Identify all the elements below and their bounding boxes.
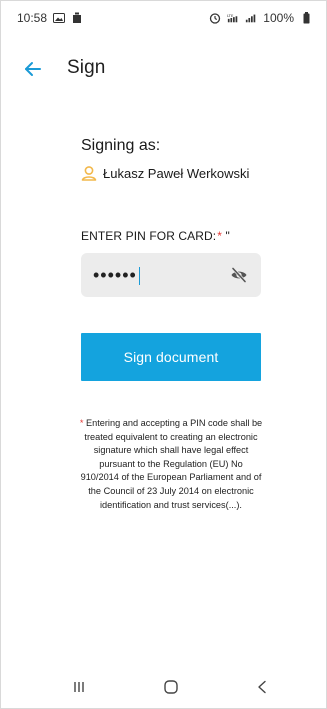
- lte-signal-icon: LTE: [227, 12, 239, 24]
- back-button[interactable]: [21, 57, 45, 81]
- home-button[interactable]: [155, 671, 187, 703]
- disclaimer-text: Entering and accepting a PIN code shall …: [80, 418, 263, 510]
- eye-off-icon[interactable]: [229, 265, 249, 285]
- pin-dots: ••••••: [93, 265, 137, 285]
- system-nav-bar: [1, 666, 326, 708]
- battery-icon: [300, 12, 312, 24]
- sign-document-button[interactable]: Sign document: [81, 333, 261, 381]
- gallery-icon: [53, 12, 66, 24]
- signing-as-label: Signing as:: [81, 137, 161, 154]
- recent-apps-icon: [72, 680, 86, 694]
- notification-card-icon: [71, 12, 83, 24]
- status-left: 10:58: [17, 11, 83, 25]
- back-nav-button[interactable]: [246, 671, 278, 703]
- phone-screen: 10:58 LTE 100% Sign Signing as: Łukasz P…: [0, 0, 327, 709]
- alarm-icon: [209, 12, 221, 24]
- recent-apps-button[interactable]: [63, 671, 95, 703]
- home-icon: [163, 679, 179, 695]
- status-bar: 10:58 LTE 100%: [1, 1, 326, 35]
- person-icon: [81, 166, 97, 181]
- app-bar: Sign: [1, 49, 326, 87]
- legal-disclaimer: * Entering and accepting a PIN code shal…: [79, 417, 263, 512]
- signer-name: Łukasz Paweł Werkowski: [103, 166, 250, 181]
- svg-text:LTE: LTE: [227, 13, 234, 18]
- pin-value: ••••••: [93, 265, 141, 285]
- signal-bars-icon: [245, 12, 257, 24]
- status-time: 10:58: [17, 11, 48, 25]
- signer-row: Łukasz Paweł Werkowski: [81, 166, 249, 181]
- text-caret: [138, 267, 141, 285]
- pin-label: ENTER PIN FOR CARD:* ": [81, 229, 230, 243]
- pin-label-suffix: ": [222, 229, 230, 243]
- arrow-left-icon: [24, 61, 42, 77]
- pin-label-text: ENTER PIN FOR CARD:: [81, 229, 217, 243]
- sign-form: Signing as: Łukasz Paweł Werkowski ENTER…: [1, 1, 326, 708]
- pin-input[interactable]: ••••••: [81, 253, 261, 297]
- screen-title: Sign: [67, 57, 106, 78]
- status-right: LTE 100%: [209, 11, 312, 25]
- battery-percent: 100%: [263, 11, 294, 25]
- back-nav-icon: [256, 680, 268, 694]
